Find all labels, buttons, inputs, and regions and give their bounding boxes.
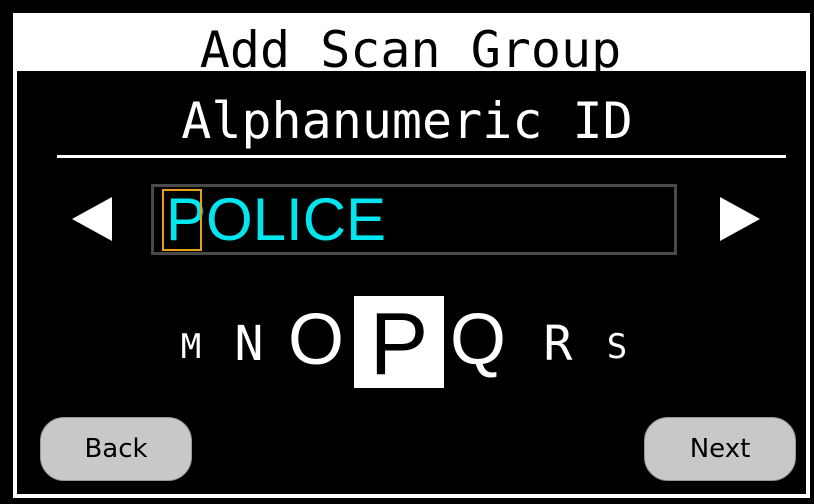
char-option-m[interactable]: M (177, 330, 205, 364)
field-label: Alphanumeric ID (181, 92, 633, 150)
frame-border-right (806, 13, 810, 496)
divider (57, 155, 786, 158)
frame-border-bottom (13, 494, 810, 498)
back-button[interactable]: Back (40, 417, 192, 481)
char-option-s[interactable]: S (602, 330, 632, 364)
char-option-q[interactable]: Q (448, 304, 508, 376)
alphanumeric-id-input[interactable]: POLICE (151, 184, 677, 255)
character-picker[interactable]: M N O P Q R S (0, 296, 814, 394)
text-cursor (162, 189, 202, 251)
char-option-n[interactable]: N (229, 320, 269, 368)
right-arrow-icon[interactable] (720, 197, 760, 241)
next-button[interactable]: Next (644, 417, 796, 481)
frame-border-left (13, 13, 17, 496)
char-option-r[interactable]: R (538, 320, 578, 368)
left-arrow-icon[interactable] (72, 197, 112, 241)
char-option-selected[interactable]: P (354, 300, 444, 388)
title-bar: Add Scan Group (13, 13, 808, 79)
page-title: Add Scan Group (199, 21, 622, 79)
char-option-o[interactable]: O (288, 304, 344, 376)
